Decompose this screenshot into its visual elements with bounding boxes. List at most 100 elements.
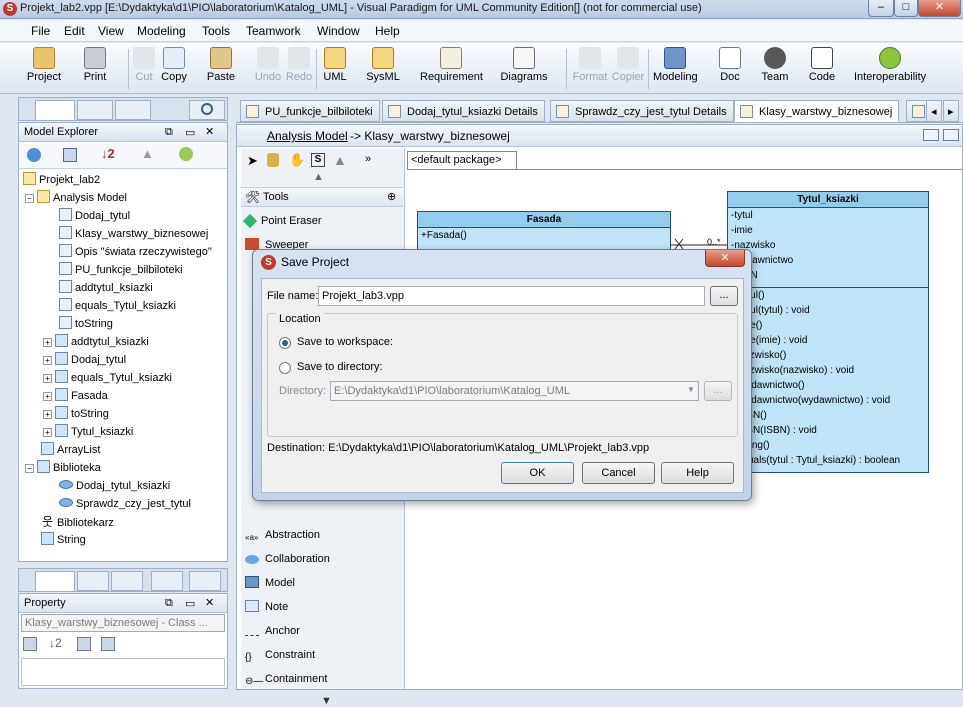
browse-file-button[interactable]: ... [710, 286, 738, 306]
refresh-icon[interactable] [179, 147, 193, 161]
expand-all-icon[interactable] [77, 637, 91, 651]
diagram-navigator-tab[interactable] [77, 100, 113, 120]
save-to-workspace-label[interactable]: Save to workspace: [297, 336, 393, 348]
float-icon[interactable]: ⧉ [165, 597, 173, 610]
property-selector[interactable]: Klasy_warstwy_biznesowej - Class ... [21, 614, 225, 632]
menu-help[interactable]: Help [375, 24, 400, 38]
tree-item[interactable]: PU_funkcje_bilbiloteki [59, 261, 183, 279]
model-explorer-tab[interactable] [35, 100, 75, 120]
tree-item[interactable]: Klasy_warstwy_biznesowej [59, 225, 208, 243]
collapse-icon[interactable]: − [25, 194, 34, 203]
ok-button[interactable]: OK [501, 462, 574, 484]
tree-item[interactable]: + toString [43, 405, 109, 423]
lock-icon[interactable] [267, 153, 279, 167]
palette-item[interactable]: ⊖— Containment [245, 669, 327, 689]
tree-item[interactable]: toString [59, 315, 113, 333]
menu-tools[interactable]: Tools [202, 24, 230, 38]
expand-icon[interactable]: + [43, 428, 52, 437]
breadcrumb-link[interactable]: Analysis Model [267, 129, 348, 143]
tree-item[interactable]: Dodaj_tytul_ksiazki [59, 477, 170, 495]
sysml-button[interactable]: SysML [366, 47, 400, 91]
directory-select[interactable]: E:\Dydaktyka\d1\PIO\laboratorium\Katalog… [330, 381, 699, 401]
close-panel-icon[interactable]: ✕ [205, 125, 214, 138]
file-name-input[interactable]: Projekt_lab3.vpp [318, 286, 705, 306]
close-editor-icon[interactable] [943, 129, 959, 141]
copier-button[interactable]: Copier [611, 47, 645, 91]
tree-item[interactable]: Opis "świata rzeczywistego" [59, 243, 212, 261]
documentation-tab[interactable] [111, 571, 143, 591]
save-to-directory-radio[interactable] [279, 362, 291, 374]
tree-item[interactable]: − Biblioteka [25, 459, 101, 477]
class-tytul-ksiazki[interactable]: Tytul_ksiazki -tytul -imie -nazwisko -wy… [727, 191, 929, 473]
diagrams-button[interactable]: Diagrams [500, 47, 548, 91]
tree-item[interactable]: Projekt_lab2 [23, 171, 100, 189]
palette-item[interactable]: Anchor [245, 621, 300, 641]
up-icon[interactable]: ▲ [141, 146, 154, 161]
float-icon[interactable]: ⧉ [165, 126, 173, 139]
tree-item[interactable]: − Analysis Model [25, 189, 127, 207]
menu-modeling[interactable]: Modeling [137, 24, 186, 38]
expand-icon[interactable]: + [43, 356, 52, 365]
tree-item[interactable]: + addtytul_ksiazki [43, 333, 149, 351]
scroll-down-icon[interactable]: ▼ [321, 695, 332, 707]
restore-editor-icon[interactable] [923, 129, 939, 141]
tab-dodaj-tytul-details[interactable]: Dodaj_tytul_ksiazki Details [382, 100, 545, 122]
tree-item[interactable]: + Fasada [43, 387, 108, 405]
code-button[interactable]: Code [808, 47, 836, 91]
expand-icon[interactable]: + [43, 392, 52, 401]
project-button[interactable]: Project [22, 47, 66, 91]
dialog-close-button[interactable]: ✕ [705, 250, 745, 267]
tab-scroll-right[interactable]: ▸ [943, 100, 959, 122]
tab-klasy-warstwy[interactable]: Klasy_warstwy_biznesowej [734, 100, 900, 122]
minimize-button[interactable]: – [868, 0, 894, 17]
scroll-up-icon[interactable]: ▲ [313, 171, 324, 183]
tree-item[interactable]: addtytul_ksiazki [59, 279, 153, 297]
cancel-button[interactable]: Cancel [582, 462, 655, 484]
pin-icon[interactable]: ⊕ [387, 190, 396, 203]
print-button[interactable]: Print [78, 47, 112, 91]
model-tab[interactable] [189, 571, 221, 591]
help-button[interactable]: Help [661, 462, 734, 484]
palette-item[interactable]: «a» Abstraction [245, 525, 320, 545]
new-model-icon[interactable] [27, 148, 41, 162]
collapse-all-icon[interactable] [101, 637, 115, 651]
minimize-panel-icon[interactable]: ▭ [185, 126, 195, 139]
palette-item[interactable]: Model [245, 573, 295, 593]
tab-scroll-left[interactable]: ◂ [926, 100, 942, 122]
tab-sprawdz-details[interactable]: Sprawdz_czy_jest_tytul Details [550, 100, 734, 122]
sort-icon[interactable]: ↓2 [49, 636, 62, 650]
more-icon[interactable]: » [365, 153, 371, 165]
team-button[interactable]: Team [760, 47, 790, 91]
tree-item[interactable]: + Tytul_ksiazki [43, 423, 133, 441]
menu-edit[interactable]: Edit [64, 24, 85, 38]
property-tab[interactable] [35, 571, 75, 591]
copy-button[interactable]: Copy [159, 47, 189, 91]
palette-item[interactable]: Collaboration [245, 549, 330, 569]
modeling-button[interactable]: Modeling [653, 47, 698, 91]
format-button[interactable]: Format [572, 47, 608, 91]
cut-button[interactable]: Cut [132, 47, 156, 91]
undo-button[interactable]: Undo [254, 47, 282, 91]
tree-item[interactable]: + Dodaj_tytul [43, 351, 126, 369]
expand-icon[interactable]: + [43, 374, 52, 383]
palette-item[interactable]: {} Constraint [245, 645, 315, 665]
save-to-workspace-radio[interactable] [279, 337, 291, 349]
collapse-icon[interactable]: − [25, 464, 34, 473]
tree-item[interactable]: ArrayList [41, 441, 100, 459]
triangle-icon[interactable]: ▲ [333, 152, 347, 168]
stereotypes-tab[interactable] [151, 571, 183, 591]
tools-header[interactable]: 🛠 Tools ⊕ [241, 187, 403, 207]
hand-icon[interactable]: ✋ [289, 152, 305, 168]
tree-item[interactable]: Dodaj_tytul [59, 207, 130, 225]
package-tab[interactable]: <default package> [407, 151, 517, 169]
redo-button[interactable]: Redo [285, 47, 313, 91]
tree-item[interactable]: Sprawdz_czy_jest_tytul [59, 495, 191, 513]
class-repository-tab[interactable] [115, 100, 151, 120]
close-panel-icon[interactable]: ✕ [205, 596, 214, 609]
save-to-directory-label[interactable]: Save to directory: [297, 361, 383, 373]
tree-item[interactable]: String [41, 531, 86, 549]
categorized-icon[interactable] [23, 637, 37, 651]
uml-button[interactable]: UML [322, 47, 348, 91]
requirement-button[interactable]: Requirement [420, 47, 483, 91]
close-button[interactable]: ✕ [918, 0, 961, 17]
